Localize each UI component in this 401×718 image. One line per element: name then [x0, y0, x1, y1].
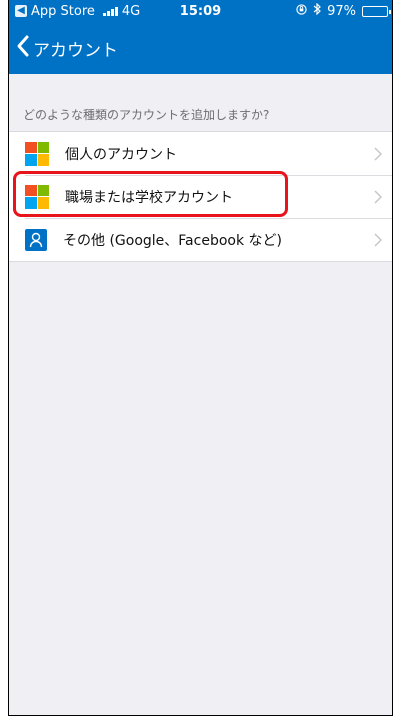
chevron-right-icon — [374, 146, 383, 165]
battery-percent: 97% — [327, 3, 356, 19]
status-time: 15:09 — [179, 3, 222, 19]
microsoft-logo-icon — [25, 141, 49, 166]
page-title: アカウント — [33, 40, 118, 61]
account-option-label: 個人のアカウント — [65, 146, 177, 163]
chevron-right-icon — [374, 232, 383, 251]
back-to-app-icon[interactable]: ◀ — [15, 5, 27, 17]
signal-icon — [102, 6, 118, 16]
network-label: 4G — [121, 3, 141, 19]
chevron-right-icon — [374, 189, 383, 208]
status-left: ◀ App Store 4G — [15, 4, 140, 19]
phone-screen: ◀ App Store 4G 15:09 97% アカウント どのような種類のア… — [8, 0, 393, 716]
bluetooth-icon — [313, 2, 321, 19]
battery-icon — [362, 5, 391, 17]
chevron-left-icon[interactable] — [15, 34, 31, 62]
back-button[interactable]: アカウント — [15, 34, 118, 62]
back-app-label[interactable]: App Store — [31, 4, 95, 19]
rotation-lock-icon — [296, 3, 307, 19]
account-option-label: 職場または学校アカウント — [65, 189, 233, 206]
account-option-other[interactable]: その他 (Google、Facebook など) — [9, 218, 392, 261]
section-header: どのような種類のアカウントを追加しますか? — [9, 106, 392, 131]
navigation-bar: アカウント — [9, 22, 392, 74]
status-right: 97% — [296, 2, 391, 19]
account-option-personal[interactable]: 個人のアカウント — [9, 132, 392, 175]
person-icon — [25, 228, 47, 251]
account-option-work-school[interactable]: 職場または学校アカウント — [9, 175, 392, 218]
microsoft-logo-icon — [25, 184, 49, 209]
account-option-label: その他 (Google、Facebook など) — [63, 232, 282, 249]
status-bar: ◀ App Store 4G 15:09 97% — [9, 0, 392, 22]
account-type-list: 個人のアカウント 職場または学校アカウント その他 (Google、Facebo… — [9, 131, 392, 262]
